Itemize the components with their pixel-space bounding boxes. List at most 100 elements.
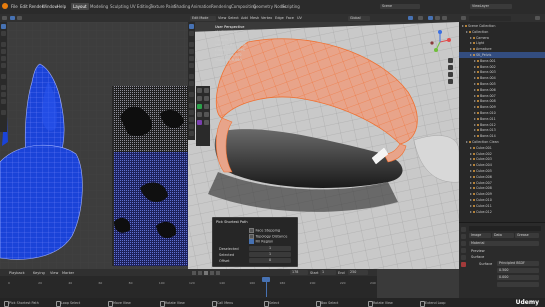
option-topology-distance[interactable]: Topology Distance xyxy=(249,233,287,239)
shrink-tool-icon[interactable] xyxy=(197,104,202,109)
expand-arrow-icon[interactable] xyxy=(474,94,476,97)
rendered-shading-icon[interactable] xyxy=(442,16,447,20)
rotate-tool-icon[interactable] xyxy=(1,49,6,54)
viewport-menu-view[interactable]: View xyxy=(218,16,226,20)
uv-sync-icon[interactable] xyxy=(17,16,22,20)
shear-tool-icon[interactable] xyxy=(204,104,209,109)
material-tab-grease[interactable]: Grease xyxy=(515,233,539,238)
annotate-tool-icon[interactable] xyxy=(1,74,6,79)
expand-arrow-icon[interactable] xyxy=(474,100,476,103)
expand-arrow-icon[interactable] xyxy=(470,199,472,201)
timeline-ruler[interactable]: 0 20 40 60 80 100 120 140 160 180 200 220 240 xyxy=(0,269,377,298)
rip-tool-icon[interactable] xyxy=(1,110,6,115)
material-props-icon[interactable] xyxy=(461,262,466,267)
expand-arrow-icon[interactable] xyxy=(474,83,476,85)
uv-mode-icon[interactable] xyxy=(10,16,15,20)
expand-arrow-icon[interactable] xyxy=(470,210,472,213)
vp-bevel-tool-icon[interactable] xyxy=(189,117,194,122)
expand-arrow-icon[interactable] xyxy=(470,158,472,161)
viewport-menu-edge[interactable]: Edge xyxy=(275,16,284,20)
prop-value-field-2[interactable]: 0.000 xyxy=(497,275,539,280)
navigation-gizmo[interactable] xyxy=(428,30,452,54)
select-tool-icon[interactable] xyxy=(1,24,6,29)
spin-tool-icon[interactable] xyxy=(204,88,209,93)
material-tab-data[interactable]: Data xyxy=(492,233,514,238)
xray-icon[interactable] xyxy=(418,16,423,20)
face-stepping-checkbox[interactable] xyxy=(249,228,254,233)
ortho-toggle-icon[interactable] xyxy=(448,79,453,84)
modifier-props-icon[interactable] xyxy=(461,255,466,260)
expand-arrow-icon[interactable] xyxy=(474,71,476,74)
option-fill-region[interactable]: Fill Region xyxy=(249,239,273,244)
vp-extrude-tool-icon[interactable] xyxy=(189,103,194,108)
expand-arrow-icon[interactable] xyxy=(470,193,472,196)
viewlayer-selector[interactable]: ViewLayer xyxy=(470,4,512,9)
expand-arrow-icon[interactable] xyxy=(470,36,472,39)
expand-arrow-icon[interactable] xyxy=(474,135,476,138)
vp-cursor-tool-icon[interactable] xyxy=(189,31,194,36)
option-face-stepping[interactable]: Face Stepping xyxy=(249,228,280,233)
pan-icon[interactable] xyxy=(448,65,453,70)
outliner-search[interactable] xyxy=(469,15,511,21)
cursor-tool-icon[interactable] xyxy=(1,31,6,36)
vp-add-cube-tool-icon[interactable] xyxy=(189,92,194,97)
viewport-menu-mesh[interactable]: Mesh xyxy=(250,16,259,20)
blender-logo-icon[interactable] xyxy=(2,3,8,9)
mode-selector[interactable]: Edit Mode xyxy=(190,15,216,21)
scale-tool-icon[interactable] xyxy=(1,56,6,61)
editor-type-icon[interactable] xyxy=(2,16,7,20)
grab-tool-icon[interactable] xyxy=(1,85,6,90)
menu-edit[interactable]: Edit xyxy=(20,4,28,9)
output-props-icon[interactable] xyxy=(461,241,466,246)
expand-arrow-icon[interactable] xyxy=(470,152,472,155)
tool-props-icon[interactable] xyxy=(461,227,466,232)
expand-arrow-icon[interactable] xyxy=(462,25,464,27)
material-shading-icon[interactable] xyxy=(435,16,440,20)
prop-value-field-3[interactable] xyxy=(497,282,539,287)
vp-move-tool-icon[interactable] xyxy=(189,42,194,47)
offset-field[interactable]: 0 xyxy=(249,258,291,263)
vp-transform-tool-icon[interactable] xyxy=(189,63,194,68)
properties-search[interactable] xyxy=(469,226,541,231)
object-props-icon[interactable] xyxy=(461,248,466,253)
viewport-menu-select[interactable]: Select xyxy=(228,16,239,20)
vp-scale-tool-icon[interactable] xyxy=(189,56,194,61)
vp-select-tool-icon[interactable] xyxy=(189,24,194,29)
smooth-tool-icon[interactable] xyxy=(197,96,202,101)
viewport-menu-vertex[interactable]: Vertex xyxy=(261,16,272,20)
expand-arrow-icon[interactable] xyxy=(470,204,472,207)
expand-arrow-icon[interactable] xyxy=(474,112,476,114)
edge-slide-tool-icon[interactable] xyxy=(204,96,209,101)
viewport-menu-add[interactable]: Add xyxy=(241,16,248,20)
pinch-tool-icon[interactable] xyxy=(1,99,6,104)
overlay-icon[interactable] xyxy=(408,16,413,20)
expand-arrow-icon[interactable] xyxy=(470,54,472,56)
outliner-editor-icon[interactable] xyxy=(461,16,466,20)
vp-loopcut-tool-icon[interactable] xyxy=(189,124,194,129)
relax-tool-icon[interactable] xyxy=(1,92,6,97)
transform-tool-icon[interactable] xyxy=(1,63,6,68)
to-sphere-tool-icon[interactable] xyxy=(197,120,202,125)
deselected-field[interactable]: 1 xyxy=(249,246,291,251)
surface-shader-field[interactable]: Principled BSDF xyxy=(497,261,539,266)
fill-region-checkbox[interactable] xyxy=(249,239,254,244)
expand-arrow-icon[interactable] xyxy=(474,59,476,62)
expand-arrow-icon[interactable] xyxy=(470,164,472,167)
section-surface[interactable]: Surface xyxy=(471,255,484,259)
expand-arrow-icon[interactable] xyxy=(470,48,472,51)
material-tab-image[interactable]: Image xyxy=(469,233,491,238)
vp-measure-tool-icon[interactable] xyxy=(189,81,194,86)
camera-view-icon[interactable] xyxy=(448,72,453,77)
menu-file[interactable]: File xyxy=(11,4,18,9)
material-slot-field[interactable]: Material xyxy=(469,241,539,246)
polybuild-tool-icon[interactable] xyxy=(197,88,202,93)
prop-value-field-1[interactable]: 0.500 xyxy=(497,268,539,273)
expand-arrow-icon[interactable] xyxy=(470,175,472,178)
randomize-tool-icon[interactable] xyxy=(204,120,209,125)
viewport-menu-face[interactable]: Face xyxy=(286,16,294,20)
expand-arrow-icon[interactable] xyxy=(470,187,472,190)
topology-distance-checkbox[interactable] xyxy=(249,233,254,239)
expand-arrow-icon[interactable] xyxy=(470,146,472,149)
menu-help[interactable]: Help xyxy=(57,4,66,9)
menu-window[interactable]: Window xyxy=(42,4,58,9)
